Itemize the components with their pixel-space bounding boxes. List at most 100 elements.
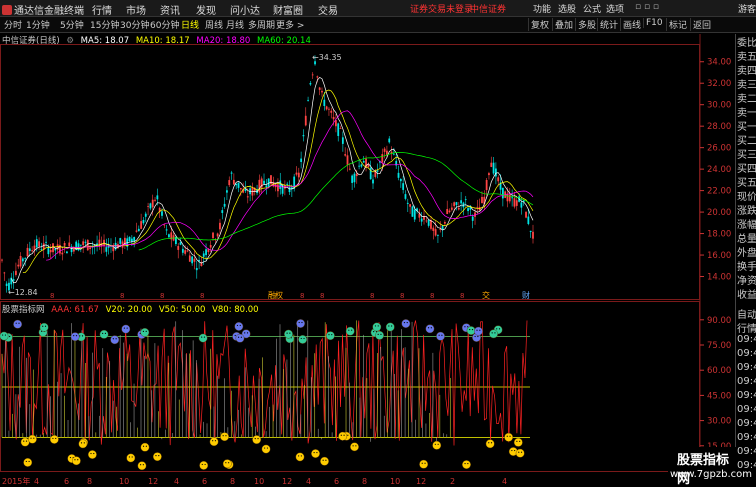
menu-trade[interactable]: 交易 (318, 2, 338, 17)
candle-body (239, 188, 242, 190)
signal-face-eye (81, 335, 84, 337)
sidebar-item: 卖三 (737, 80, 756, 91)
candle-body (49, 249, 52, 253)
tool-mark[interactable]: 标记 (666, 18, 687, 31)
signal-face-eye (83, 442, 85, 444)
candle-body (492, 162, 495, 174)
candle-body (527, 216, 530, 225)
period-more[interactable]: 更多 > (276, 18, 304, 31)
menu-stock-pick[interactable]: 选股 (558, 2, 576, 15)
candle-body (31, 250, 34, 252)
signal-face-icon (425, 324, 435, 334)
menu-discover[interactable]: 发现 (196, 2, 216, 17)
sidebar-item[interactable]: 行情 (737, 320, 756, 335)
candle-body (302, 135, 305, 137)
x-tick-label: 10 (119, 477, 129, 486)
menu-options[interactable]: 选项 (606, 2, 624, 15)
sidebar-item: 买三 (737, 150, 756, 161)
menu-wealth[interactable]: 财富圈 (273, 2, 303, 17)
period-1min[interactable]: 1分钟 (26, 18, 50, 31)
tool-f10[interactable]: F10 (643, 18, 663, 28)
signal-face-eye (18, 322, 20, 324)
candle-body (388, 138, 391, 143)
y-tick-label: 26.00 (707, 144, 731, 154)
candle-body (464, 199, 467, 201)
ma-line (10, 76, 534, 284)
signal-face-icon (466, 326, 476, 335)
tool-adjust[interactable]: 复权 (528, 18, 549, 31)
signal-face-eye (55, 437, 57, 440)
ma-line (138, 152, 534, 251)
window-controls-icon[interactable]: ▫ ▫ ▫ (635, 2, 659, 12)
period-15min[interactable]: 15分钟 (90, 18, 119, 31)
signal-face-eye (74, 459, 76, 461)
event-mark: 财 (522, 290, 530, 300)
candle-body (318, 87, 321, 90)
menu-function[interactable]: 功能 (533, 2, 551, 15)
indicator-title: 股票指标网 (2, 305, 45, 315)
sidebar-item: 09:47 (737, 376, 756, 387)
tool-stats[interactable]: 统计 (597, 18, 618, 31)
menu-ask[interactable]: 问小达 (230, 2, 260, 17)
signal-face-eye (257, 437, 259, 440)
candle-body (297, 172, 300, 178)
period-weekly[interactable]: 周线 (205, 18, 223, 31)
signal-face-eye (352, 445, 354, 447)
menu-news[interactable]: 资讯 (160, 2, 180, 17)
x-tick-label: 12 (416, 477, 426, 486)
tool-multistock[interactable]: 多股 (575, 18, 596, 31)
signal-face-eye (300, 455, 302, 457)
period-5min[interactable]: 5分钟 (60, 18, 84, 31)
guest-label[interactable]: 游客 (738, 2, 756, 15)
y-tick-label: 18.00 (707, 230, 731, 240)
aaa-label: AAA: 61.67 (51, 305, 99, 315)
indicator-legend: 股票指标网 AAA: 61.67 V20: 20.00 V50: 50.00 V… (2, 303, 263, 315)
sidebar-item[interactable]: 自动 (737, 306, 756, 321)
signal-face-eye (25, 440, 28, 442)
signal-face-eye (126, 327, 128, 329)
candle-body (406, 202, 409, 204)
signal-face-eye (201, 463, 203, 466)
candle-body (86, 239, 89, 251)
x-tick-label: 12 (282, 477, 292, 486)
period-60min[interactable]: 60分钟 (150, 18, 179, 31)
tool-back[interactable]: 返回 (690, 18, 711, 31)
tool-overlay[interactable]: 叠加 (552, 18, 573, 31)
signal-face-eye (42, 325, 44, 327)
signal-face-icon (436, 331, 445, 341)
candle-body (191, 256, 194, 264)
period-intraday[interactable]: 分时 (4, 18, 22, 31)
signal-face-eye (266, 447, 269, 449)
signal-face-eye (403, 321, 406, 324)
signal-face-eye (430, 327, 432, 329)
signal-face-eye (434, 443, 436, 445)
signal-face-icon (13, 319, 23, 329)
candle-body (144, 213, 147, 217)
x-tick-label: 4 (502, 477, 507, 486)
signal-face-eye (421, 462, 423, 464)
candle-body (142, 219, 145, 224)
period-30min[interactable]: 30分钟 (120, 18, 149, 31)
period-monthly[interactable]: 月线 (226, 18, 244, 31)
menu-formula[interactable]: 公式 (583, 2, 601, 15)
candle-body (84, 241, 87, 243)
candle-body (21, 258, 24, 262)
menu-quotes[interactable]: 行情 (92, 2, 112, 17)
candle-body (351, 175, 354, 183)
period-daily[interactable]: 日线 (181, 18, 199, 31)
period-multi[interactable]: 多周期 (248, 18, 275, 31)
candle-body (441, 225, 444, 230)
x-tick-label: 4 (34, 477, 39, 486)
menu-market[interactable]: 市场 (126, 2, 146, 17)
chart-canvas[interactable]: 90.0075.0060.0045.0030.0015.00 34.0032.0… (0, 34, 735, 487)
signal-face-eye (322, 459, 324, 461)
tool-draw[interactable]: 画线 (620, 18, 641, 31)
candle-body (529, 230, 532, 233)
signal-face-icon (71, 456, 81, 466)
y-tick-label: 45.00 (707, 391, 731, 401)
login-status[interactable]: 证券交易未登录 (410, 2, 473, 15)
watermark: 股票指标网 www.7gpzb.com (668, 447, 752, 487)
candle-body (135, 230, 138, 232)
signal-face-eye (77, 459, 79, 461)
broker-name[interactable]: 中信证券 (470, 2, 506, 15)
